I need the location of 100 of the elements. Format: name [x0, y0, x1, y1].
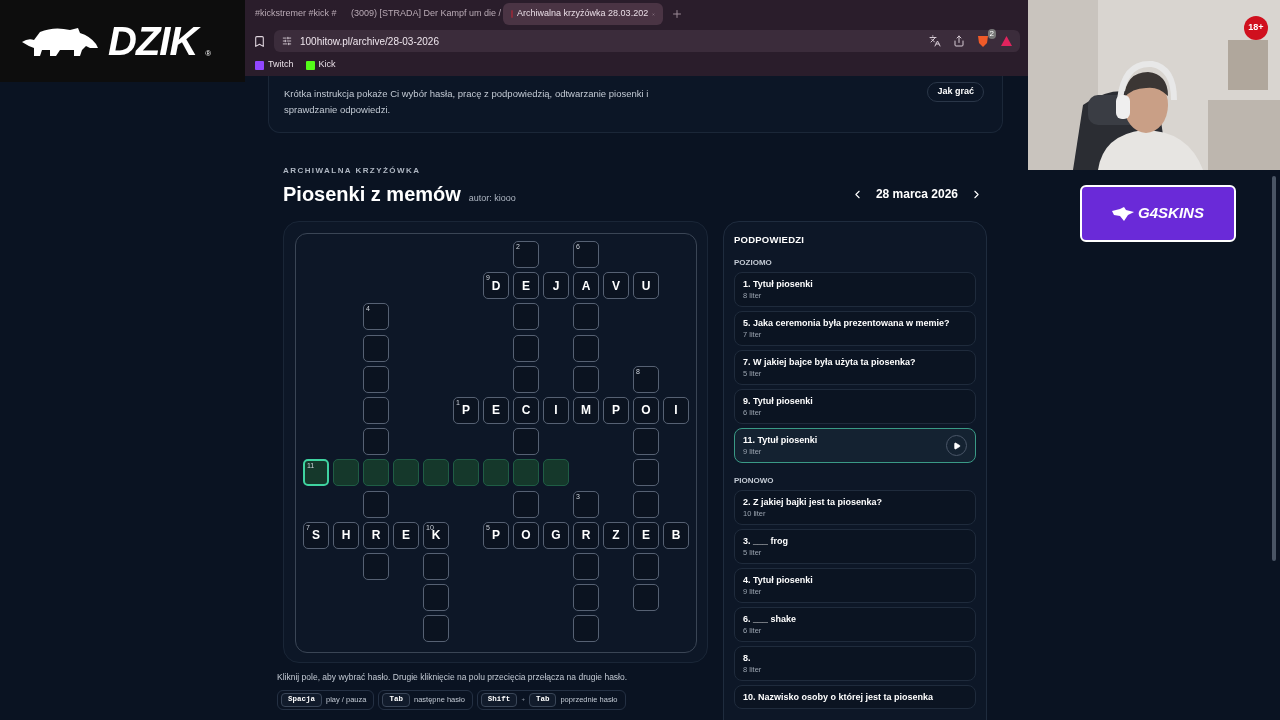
crossword-cell[interactable] [573, 334, 599, 362]
cell-letter: E [522, 277, 530, 295]
crossword-cell[interactable]: J [543, 272, 569, 300]
crossword-cell[interactable] [543, 459, 569, 487]
scrollbar[interactable] [1272, 176, 1276, 561]
crossword-cell[interactable]: E [513, 272, 539, 300]
crossword-cell[interactable]: B [663, 521, 689, 549]
crossword-cell[interactable]: I [663, 396, 689, 424]
cell-letter: P [462, 402, 470, 420]
crossword-cell[interactable] [633, 428, 659, 456]
crossword-cell[interactable] [363, 552, 389, 580]
crossword-cell[interactable]: E [393, 521, 419, 549]
crossword-cell[interactable] [513, 303, 539, 331]
crossword-cell[interactable] [633, 552, 659, 580]
tab-title: (3009) [STRADA] Der Kampf um die / [351, 7, 502, 21]
crossword-cell[interactable]: H [333, 521, 359, 549]
cell-letter: E [402, 527, 410, 545]
crossword-cell[interactable] [363, 396, 389, 424]
crossword-cell[interactable] [423, 615, 449, 643]
crossword-cell[interactable] [573, 584, 599, 612]
shield-icon[interactable] [977, 34, 989, 48]
crossword-cell[interactable] [363, 365, 389, 393]
crossword-cell[interactable] [513, 490, 539, 518]
section-label: POZIOMO [734, 257, 773, 270]
clue-text: 3. ___ frog [743, 535, 789, 548]
crossword-cell[interactable]: C [513, 396, 539, 424]
cell-letter: D [491, 277, 501, 295]
browser-tab[interactable]: (3009) [STRADA] Der Kampf um die / [339, 3, 499, 25]
tab-title: #kickstremer #kick # [255, 7, 337, 21]
browser-tab[interactable]: #kickstremer #kick # [247, 3, 335, 25]
crossword-cell[interactable] [513, 428, 539, 456]
crossword-cell[interactable]: E [633, 521, 659, 549]
hints-title: PODPOWIEDZI [734, 233, 806, 247]
crossword-cell[interactable]: G [543, 521, 569, 549]
crossword-cell[interactable]: P [603, 396, 629, 424]
tab-title: Archiwalna krzyżówka 28.03.202 [517, 7, 649, 21]
crossword-cell[interactable] [453, 459, 479, 487]
crossword-cell[interactable] [513, 365, 539, 393]
cell-letter: C [521, 402, 531, 420]
cell-letter: A [581, 277, 591, 295]
crossword-cell[interactable] [333, 459, 359, 487]
cell-letter: H [341, 527, 351, 545]
crossword-cell[interactable] [423, 552, 449, 580]
eyebrow-label: ARCHIWALNA KRZYŻÓWKA [283, 165, 422, 177]
crossword-cell[interactable]: Z [603, 521, 629, 549]
crossword-cell[interactable]: R [573, 521, 599, 549]
translate-icon[interactable] [929, 35, 941, 47]
cell-letter: J [552, 277, 560, 295]
clue-text: 9. Tytuł piosenki [743, 395, 813, 408]
crossword-cell[interactable] [513, 334, 539, 362]
clue-text: 1. Tytuł piosenki [743, 278, 813, 291]
crossword-cell[interactable] [573, 615, 599, 643]
bookmark-link[interactable]: Twitch [255, 58, 294, 72]
crossword-cell[interactable] [633, 584, 659, 612]
cell-letter: O [521, 527, 531, 545]
clue-text: 4. Tytuł piosenki [743, 574, 813, 587]
crossword-cell[interactable] [363, 490, 389, 518]
crossword-cell[interactable] [573, 552, 599, 580]
crossword-cell[interactable]: O [633, 396, 659, 424]
clue-text: 5. Jaka ceremonia była prezentowana w memie? [743, 317, 950, 330]
crossword-cell[interactable]: O [513, 521, 539, 549]
crossword-cell[interactable] [513, 459, 539, 487]
triangle-icon[interactable] [1001, 36, 1012, 46]
extension-badge: 2 [987, 28, 996, 39]
crossword-cell[interactable]: A [573, 272, 599, 300]
crossword-cell[interactable] [633, 490, 659, 518]
cell-letter: I [674, 402, 678, 420]
browser-tab[interactable]: Archiwalna krzyżówka 28.03.202 [503, 3, 663, 25]
clue-item[interactable]: 10. Nazwisko osoby o której jest ta piosenka [734, 685, 976, 710]
cell-letter: P [492, 527, 500, 545]
cell-letter: E [492, 402, 500, 420]
author-label: autor: kiooo [468, 192, 516, 205]
new-tab-icon[interactable] [671, 8, 683, 20]
crossword-cell[interactable] [483, 459, 509, 487]
crossword-cell[interactable] [363, 334, 389, 362]
crossword-cell[interactable]: I [543, 396, 569, 424]
crossword-cell[interactable] [363, 459, 389, 487]
crossword-cell[interactable] [633, 459, 659, 487]
cell-letter: G [551, 527, 561, 545]
crossword-cell[interactable] [423, 459, 449, 487]
registered-mark: ® [205, 48, 212, 60]
crossword-cell[interactable]: V [603, 272, 629, 300]
crossword-cell[interactable] [573, 303, 599, 331]
share-icon[interactable] [953, 35, 965, 47]
bookmark-link[interactable]: Kick [305, 58, 336, 72]
bookmark-icon[interactable] [253, 34, 266, 48]
crossword-cell[interactable] [573, 365, 599, 393]
crossword-cell[interactable] [363, 428, 389, 456]
crossword-cell[interactable]: E [483, 396, 509, 424]
address-bar[interactable]: 100hitow.pl/archive/28-03-2026 2 [274, 30, 1020, 52]
crossword-cell[interactable]: M [573, 396, 599, 424]
cell-letter: O [641, 402, 651, 420]
intro-text: Krótka instrukcja pokaże Ci wybór hasła, pracę z podpowiedzią, odtwarzanie piosenki i sprawdzanie odpowiedzi. [284, 87, 650, 117]
cell-letter: Z [612, 527, 620, 545]
crossword-cell[interactable] [393, 459, 419, 487]
crossword-cell[interactable] [423, 584, 449, 612]
site-settings-icon[interactable] [282, 36, 292, 46]
crossword-cell[interactable]: R [363, 521, 389, 549]
crossword-cell[interactable]: U [633, 272, 659, 300]
cell-letter: R [581, 527, 591, 545]
